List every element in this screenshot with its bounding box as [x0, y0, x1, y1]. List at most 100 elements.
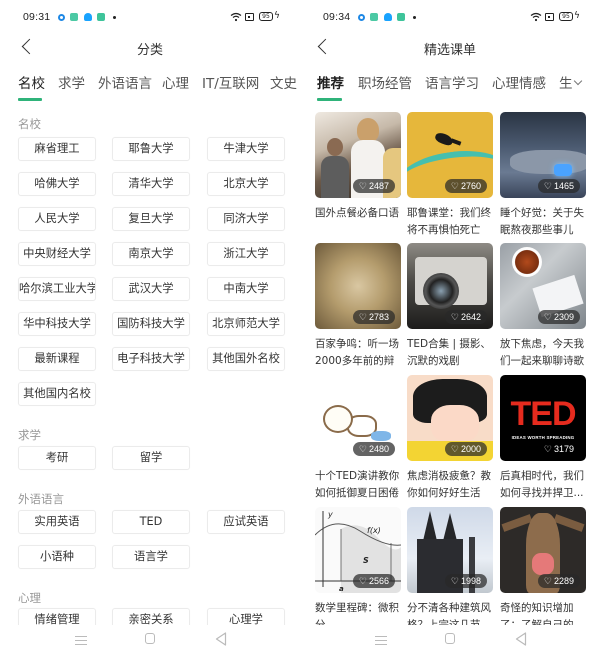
course-thumbnail[interactable]: ♡ 2760: [407, 112, 493, 198]
category-chip[interactable]: 麻省理工: [18, 137, 96, 161]
category-chip[interactable]: 耶鲁大学: [112, 137, 190, 161]
course-title: 国外点餐必备口语: [315, 207, 399, 219]
tab-it-internet[interactable]: IT/互联网: [202, 72, 259, 92]
home-button[interactable]: [445, 633, 455, 644]
category-chip[interactable]: 同济大学: [207, 207, 285, 231]
home-button[interactable]: [145, 633, 155, 644]
category-chip[interactable]: 电子科技大学: [112, 347, 190, 371]
course-title: 百家争鸣：听一场2000多年前的辩论: [315, 338, 399, 367]
category-list: 名校 麻省理工 耶鲁大学 牛津大学 哈佛大学 清华大学 北京大学 人民大学 复旦大学 同济大学中…: [0, 110, 300, 625]
like-count-badge: ♡ 2480: [352, 442, 395, 456]
system-back-button[interactable]: [515, 632, 527, 646]
wifi-icon: [230, 12, 242, 22]
recent-apps-button[interactable]: [375, 635, 387, 646]
course-thumbnail[interactable]: ♡ 2000: [407, 375, 493, 461]
tab-famous-schools[interactable]: 名校: [18, 72, 45, 92]
tab-literature-history[interactable]: 文史: [270, 72, 297, 92]
system-back-button[interactable]: [215, 632, 227, 646]
tab-career-management[interactable]: 职场经管: [358, 72, 412, 92]
course-thumbnail[interactable]: ♡ 2309: [500, 243, 586, 329]
heart-icon: ♡: [543, 444, 552, 454]
course-thumbnail[interactable]: ♡ 1998: [407, 507, 493, 593]
chevron-down-icon[interactable]: [573, 76, 583, 86]
heart-icon: ♡: [358, 312, 367, 322]
category-chip[interactable]: 人民大学: [18, 207, 96, 231]
category-chip[interactable]: 南京大学: [112, 242, 190, 266]
category-chip[interactable]: 语言学: [112, 545, 190, 569]
category-chip[interactable]: 心理学: [207, 608, 285, 625]
heart-icon: ♡: [450, 312, 459, 322]
category-chip[interactable]: 清华大学: [112, 172, 190, 196]
category-chip[interactable]: 北京大学: [207, 172, 285, 196]
course-card[interactable]: ♡ 2309 放下焦虑，今天我们一起来聊聊诗歌: [500, 243, 586, 370]
course-thumbnail[interactable]: ♡ 2783: [315, 243, 401, 329]
like-count: 3179: [553, 444, 574, 454]
course-title: 焦虑消极疲惫？教你如何好好生活: [407, 470, 491, 499]
course-thumbnail[interactable]: ♡ 2487: [315, 112, 401, 198]
category-chip[interactable]: TED: [112, 510, 190, 534]
calc-fx-label: f(x): [367, 526, 381, 535]
tab-study[interactable]: 求学: [58, 72, 85, 92]
course-title: 睡个好觉：关于失眠熬夜那些事儿: [500, 207, 584, 236]
category-chip[interactable]: 中央财经大学: [18, 242, 96, 266]
course-card[interactable]: TED IDEAS WORTH SPREADING ♡ 3179 后真相时代，我们如何寻…: [500, 375, 586, 502]
tab-psychology-emotion[interactable]: 心理情感: [492, 72, 546, 92]
category-chip[interactable]: 华中科技大学: [18, 312, 96, 336]
course-card[interactable]: ♡2783 百家争鸣：听一场2000多年前的辩论: [315, 243, 401, 370]
course-thumbnail[interactable]: ♡ 2480: [315, 375, 401, 461]
course-title: TED合集 | 摄影、沉默的戏剧: [407, 338, 491, 367]
category-chip[interactable]: 哈尔滨工业大学: [18, 277, 96, 301]
course-thumbnail[interactable]: y f(x) Sa ♡ 2566: [315, 507, 401, 593]
tab-language-learning[interactable]: 语言学习: [425, 72, 479, 92]
recent-apps-button[interactable]: [75, 635, 87, 646]
course-card[interactable]: ♡ 2000 焦虑消极疲惫？教你如何好好生活: [407, 375, 493, 502]
course-card[interactable]: ♡ 2760 耶鲁课堂：我们终将不再惧怕死亡: [407, 112, 493, 239]
course-card[interactable]: ♡ 1465 睡个好觉：关于失眠熬夜那些事儿: [500, 112, 586, 239]
status-bar: 09:34 95 ϟ: [300, 0, 600, 36]
tab-recommended[interactable]: 推荐: [317, 72, 344, 92]
category-chip[interactable]: 复旦大学: [112, 207, 190, 231]
course-card[interactable]: ♡ 2642 TED合集 | 摄影、沉默的戏剧: [407, 243, 493, 370]
category-chip[interactable]: 哈佛大学: [18, 172, 96, 196]
category-chip[interactable]: 其他国内名校: [18, 382, 96, 406]
category-chip[interactable]: 中南大学: [207, 277, 285, 301]
category-chip[interactable]: 其他国外名校: [207, 347, 285, 371]
course-tabs: 推荐 职场经管 语言学习 心理情感 生: [300, 68, 600, 102]
heart-icon: ♡: [450, 444, 459, 454]
category-chip[interactable]: 北京师范大学: [207, 312, 285, 336]
category-screen: 09:31 95 ϟ 分类 名校 求学 外语语言 心理 IT/互联网 文史 名校…: [0, 0, 300, 661]
system-nav-bar: [0, 625, 300, 661]
category-chip[interactable]: 浙江大学: [207, 242, 285, 266]
course-card[interactable]: ♡ 2487 国外点餐必备口语: [315, 112, 401, 239]
charging-icon: ϟ: [274, 11, 280, 21]
category-chip[interactable]: 应试英语: [207, 510, 285, 534]
course-thumbnail[interactable]: ♡ 2289: [500, 507, 586, 593]
course-thumbnail[interactable]: TED IDEAS WORTH SPREADING ♡ 3179: [500, 375, 586, 461]
like-count: 1465: [553, 181, 574, 191]
course-thumbnail[interactable]: ♡ 1465: [500, 112, 586, 198]
wifi-icon: [530, 12, 542, 22]
tab-psychology[interactable]: 心理: [162, 72, 189, 92]
category-chip[interactable]: 留学: [112, 446, 190, 470]
tab-life[interactable]: 生: [559, 72, 573, 92]
course-title: 十个TED演讲教你如何抵御夏日困倦: [315, 470, 400, 499]
tab-foreign-languages[interactable]: 外语语言: [98, 72, 152, 92]
category-chip[interactable]: 情绪管理: [18, 608, 96, 625]
course-card[interactable]: ♡ 1998 分不清各种建筑风格？上完这几节: [407, 507, 493, 625]
calc-a-label: a: [339, 585, 344, 593]
category-chip[interactable]: 小语种: [18, 545, 96, 569]
category-chip[interactable]: 最新课程: [18, 347, 96, 371]
course-card[interactable]: ♡ 2480 十个TED演讲教你如何抵御夏日困倦: [315, 375, 401, 502]
heart-icon: ♡: [358, 181, 367, 191]
category-chip[interactable]: 考研: [18, 446, 96, 470]
section-title-study: 求学: [18, 428, 41, 442]
category-chip[interactable]: 武汉大学: [112, 277, 190, 301]
course-card[interactable]: ♡ 2289 奇怪的知识增加了：了解自己的: [500, 507, 586, 625]
course-thumbnail[interactable]: ♡ 2642: [407, 243, 493, 329]
charging-icon: ϟ: [574, 11, 580, 21]
category-chip[interactable]: 国防科技大学: [112, 312, 190, 336]
category-chip[interactable]: 实用英语: [18, 510, 96, 534]
course-card[interactable]: y f(x) Sa ♡ 2566 数学里程碑：微积分: [315, 507, 401, 625]
category-chip[interactable]: 亲密关系: [112, 608, 190, 625]
category-chip[interactable]: 牛津大学: [207, 137, 285, 161]
